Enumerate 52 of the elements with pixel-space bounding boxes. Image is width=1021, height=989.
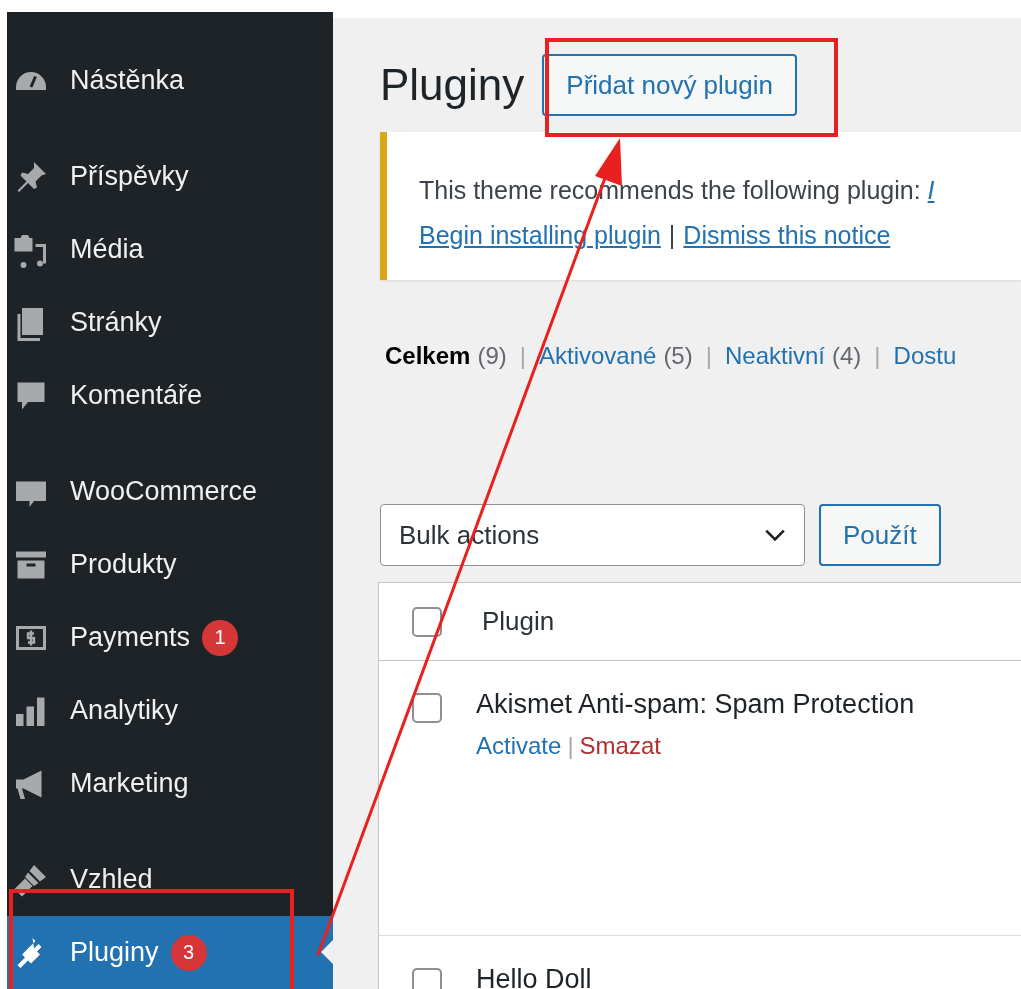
filter-link[interactable]: Neaktivní <box>724 342 825 370</box>
separator: | <box>705 342 712 370</box>
menu-item[interactable]: Média <box>7 213 333 286</box>
menu-item[interactable]: Stránky <box>7 286 333 359</box>
menu-item[interactable]: Komentáře <box>7 359 333 432</box>
row-action-link[interactable]: Activate <box>476 732 562 760</box>
checkbox[interactable] <box>412 968 442 989</box>
menu-item[interactable]: Payments 1 <box>7 601 333 674</box>
menu-label: Komentáře <box>70 380 203 411</box>
filter-link[interactable]: Celkem <box>385 342 471 370</box>
separator: | <box>519 342 526 370</box>
notice-link[interactable]: Dismiss this notice <box>683 221 891 250</box>
count-badge: 1 <box>202 619 239 656</box>
separator: | <box>668 221 676 250</box>
filter-count: (9) <box>477 342 507 370</box>
menu-item[interactable]: Analytiky <box>7 674 333 747</box>
menu-label: Produkty <box>70 549 177 580</box>
menu-item[interactable]: Příspěvky <box>7 140 333 213</box>
plugin-link[interactable]: I <box>927 176 935 204</box>
add-plugin-button[interactable]: Přidat nový plugin <box>542 54 797 116</box>
menu-label: WooCommerce <box>70 476 258 507</box>
plugin-name: Hello Doll <box>476 964 592 989</box>
filter-count: (5) <box>663 342 693 370</box>
count-badge: 3 <box>170 934 207 971</box>
menu-item[interactable]: WooCommerce <box>7 455 333 528</box>
plugin-name: Akismet Anti-spam: Spam Protection <box>476 689 915 719</box>
checkbox[interactable] <box>412 693 442 723</box>
apply-button[interactable]: Použít <box>819 504 941 566</box>
checkbox[interactable] <box>412 606 442 637</box>
menu-item[interactable]: Nástěnka <box>7 44 333 117</box>
menu-item[interactable]: Marketing <box>7 747 333 820</box>
filter-link[interactable]: Dostu <box>893 342 957 370</box>
menu-label: Marketing <box>70 768 189 799</box>
column-header: Plugin <box>482 606 555 637</box>
separator: | <box>874 342 881 370</box>
filter-link[interactable]: Aktivované <box>538 342 657 370</box>
menu-label: Analytiky <box>70 695 179 726</box>
page-title: Pluginy <box>380 60 525 110</box>
chevron-down-icon <box>764 528 786 542</box>
menu-label: Příspěvky <box>70 161 189 192</box>
menu-label: Payments <box>70 622 191 653</box>
menu-label: Stránky <box>70 307 162 338</box>
menu-item[interactable]: Produkty <box>7 528 333 601</box>
menu-label: Média <box>70 234 144 265</box>
filter-count: (4) <box>832 342 862 370</box>
menu-item[interactable]: Pluginy 3 <box>7 916 333 989</box>
row-action-link[interactable]: Smazat <box>579 732 661 760</box>
menu-item[interactable]: Vzhled <box>7 843 333 916</box>
menu-label: Pluginy <box>70 937 159 968</box>
menu-label: Vzhled <box>70 864 153 895</box>
separator: | <box>567 732 574 760</box>
menu-label: Nástěnka <box>70 65 185 96</box>
